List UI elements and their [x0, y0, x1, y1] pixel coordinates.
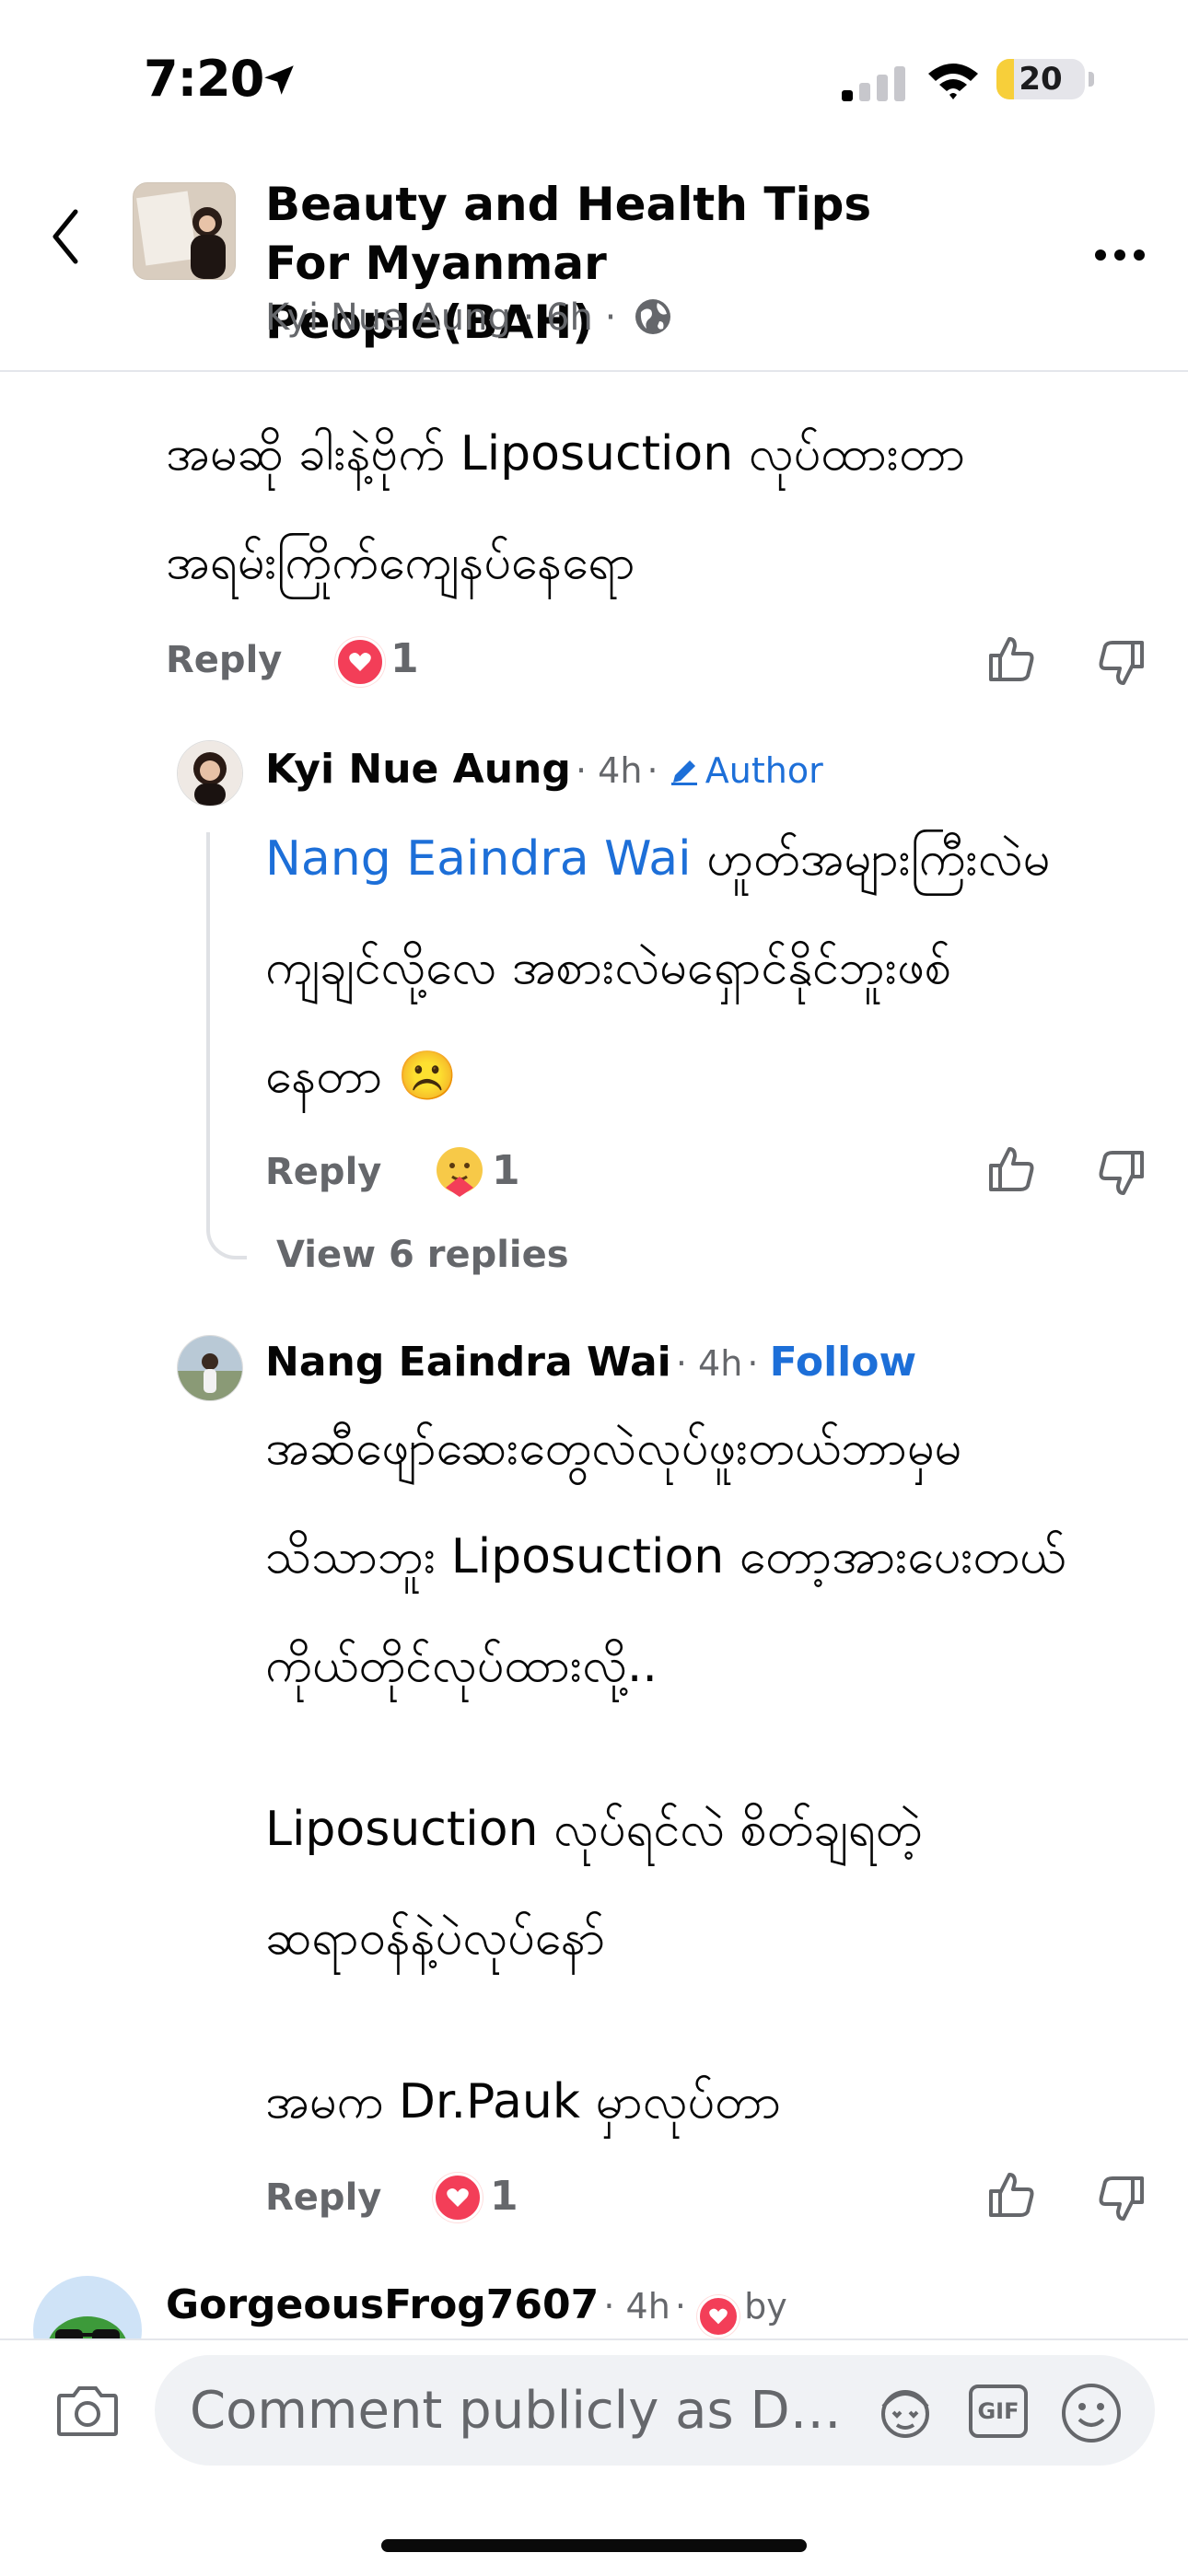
- post-meta: Kyi Nue Aung · 6h ·: [265, 296, 617, 339]
- gif-button[interactable]: GIF: [969, 2385, 1028, 2438]
- home-indicator: [381, 2539, 807, 2552]
- like-thumb-icon[interactable]: [987, 635, 1035, 683]
- comment-header: Nang Eaindra Wai · 4h · Follow: [265, 1339, 917, 1386]
- wifi-icon: [928, 64, 978, 99]
- battery-cap: [1089, 72, 1094, 87]
- cellular-signal-icon: [842, 66, 905, 101]
- like-thumb-icon[interactable]: [987, 1145, 1035, 1193]
- follow-button[interactable]: Follow: [770, 1339, 917, 1386]
- status-time: 7:20: [144, 50, 264, 108]
- heart-reaction-icon[interactable]: [335, 637, 385, 687]
- commenter-name[interactable]: Kyi Nue Aung: [265, 746, 571, 793]
- avatar[interactable]: [177, 1335, 243, 1401]
- avatar[interactable]: [177, 740, 243, 806]
- battery-indicator: 20: [996, 59, 1085, 99]
- dislike-thumb-icon[interactable]: [1098, 639, 1146, 687]
- emoji-icon[interactable]: [1059, 2381, 1124, 2445]
- avatar-sticker-icon[interactable]: [873, 2385, 938, 2440]
- battery-level: 20: [1019, 61, 1063, 98]
- pencil-icon: [670, 760, 697, 785]
- location-arrow-icon: [264, 65, 294, 95]
- comment-text: အမဆို ခါးနဲ့ဗိုက် Liposuction လုပ်ထားတာ …: [166, 426, 966, 590]
- back-chevron-icon[interactable]: [50, 208, 81, 265]
- reply-button[interactable]: Reply: [265, 2176, 381, 2219]
- comment-time: 4h: [698, 1343, 743, 1384]
- dislike-thumb-icon[interactable]: [1098, 1149, 1146, 1197]
- comment-text: Nang Eaindra Wai ဟူတ်အများကြီးလဲမ ကျချင်…: [265, 831, 1051, 1104]
- comment-placeholder[interactable]: Comment publicly as Dr P...: [190, 2381, 853, 2441]
- dislike-thumb-icon[interactable]: [1098, 2175, 1146, 2222]
- comment-header: Kyi Nue Aung · 4h · Author: [265, 746, 823, 793]
- hug-reaction-icon[interactable]: [433, 1145, 486, 1202]
- view-replies-link[interactable]: View 6 replies: [276, 1234, 569, 1276]
- commenter-name[interactable]: Nang Eaindra Wai: [265, 1339, 671, 1386]
- camera-icon[interactable]: [55, 2383, 120, 2438]
- globe-icon: [635, 299, 670, 334]
- reply-button[interactable]: Reply: [265, 1151, 381, 1193]
- comment-time: 4h: [625, 2286, 670, 2327]
- like-thumb-icon[interactable]: [987, 2171, 1035, 2219]
- reaction-count: 1: [492, 1147, 520, 1194]
- reply-button[interactable]: Reply: [166, 639, 282, 681]
- comment-time: 4h: [598, 750, 643, 791]
- mention-link[interactable]: Nang Eaindra Wai: [265, 831, 692, 887]
- post-author[interactable]: Kyi Nue Aung: [265, 296, 511, 339]
- header-divider: [0, 370, 1188, 372]
- comment-header: GorgeousFrog7607 · 4h · by: [166, 2281, 787, 2338]
- comment-text: အဆီဖျော်ဆေးတွေလဲလုပ်ဖူးတယ်ဘာမှမ သိသာဘူး …: [265, 1421, 1066, 2129]
- post-time: 6h: [546, 296, 593, 339]
- heart-badge-icon: [697, 2295, 740, 2338]
- reaction-count: 1: [490, 2173, 518, 2220]
- heart-reaction-icon[interactable]: [433, 2173, 483, 2222]
- thread-line: [206, 832, 247, 1259]
- commenter-name[interactable]: GorgeousFrog7607: [166, 2281, 599, 2328]
- group-avatar[interactable]: [133, 182, 236, 280]
- more-options-icon[interactable]: [1094, 236, 1146, 261]
- reaction-count: 1: [390, 635, 419, 682]
- author-badge: Author: [705, 750, 823, 791]
